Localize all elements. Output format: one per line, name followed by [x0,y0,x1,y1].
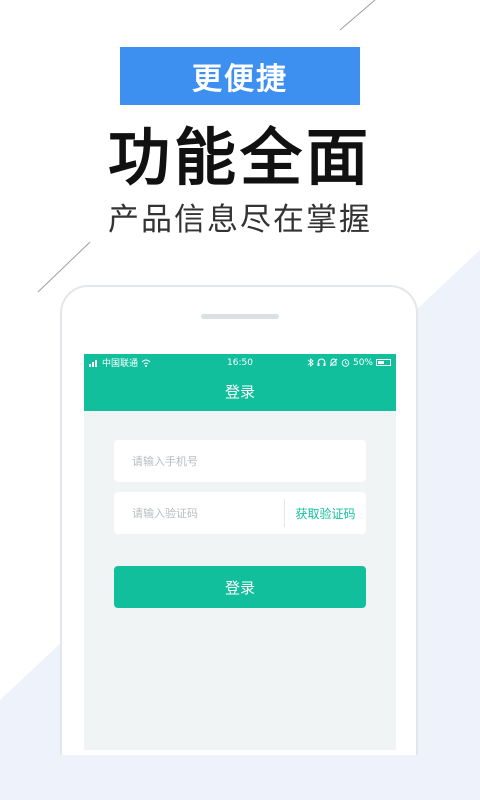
code-input[interactable] [114,505,284,521]
wifi-icon [141,359,151,367]
phone-input[interactable] [114,453,366,469]
app-screen: 中国联通 16:50 50% 登录 请输入手机号 请输入验证码 获取验证码 登录 [84,354,396,750]
get-code-button[interactable]: 获取验证码 [285,505,366,522]
carrier-label: 中国联通 [102,359,139,369]
code-field[interactable]: 获取验证码 [114,492,366,534]
bluetooth-icon [307,358,314,367]
login-button-label: 登录 [224,578,255,597]
status-right: 50% [307,358,391,368]
signal-icon [89,359,97,367]
alarm-icon [341,359,350,367]
promo-subline: 产品信息尽在掌握 [108,202,372,238]
promo-badge: 更便捷 [120,47,360,105]
page-title: 登录 [224,382,255,401]
battery-icon [376,359,391,366]
status-left: 中国联通 [89,356,151,369]
phone-speaker [201,314,279,319]
battery-percent: 50% [352,357,373,368]
promo-badge-text: 更便捷 [192,62,288,97]
phone-field[interactable] [114,440,366,482]
login-button[interactable]: 登录 [114,566,366,608]
status-bar: 中国联通 16:50 50% [84,354,396,371]
app-title-bar: 登录 [84,371,396,411]
headset-icon [317,358,326,366]
battery-fill [378,361,384,364]
mute-icon [329,358,338,367]
promo-headline: 功能全面 [107,121,372,194]
